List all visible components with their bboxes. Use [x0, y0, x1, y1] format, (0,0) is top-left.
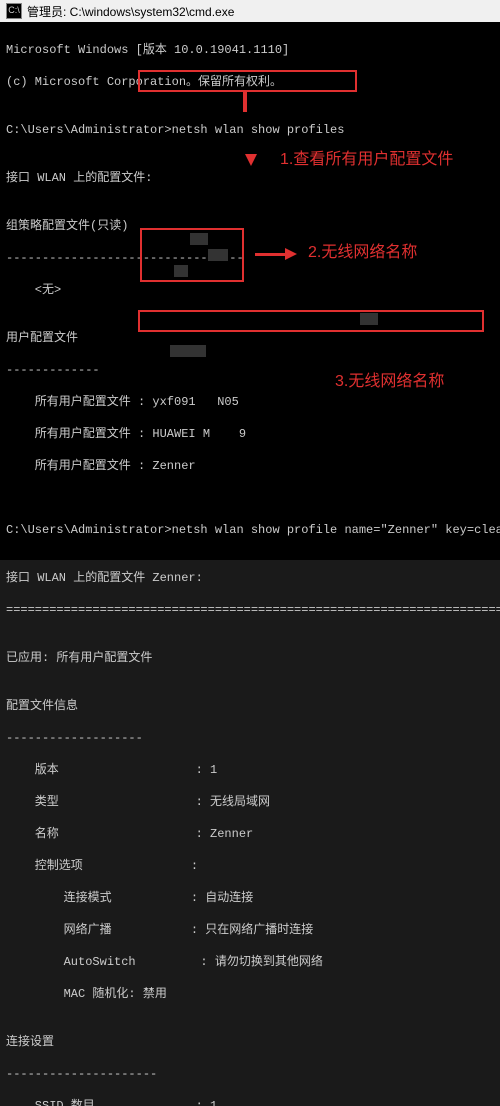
ms-copyright-line: (c) Microsoft Corporation。保留所有权利。 — [6, 74, 494, 90]
profile-row-2: 所有用户配置文件 : HUAWEI M 9 — [6, 426, 494, 442]
info-broadcast: 网络广播 : 只在网络广播时连接 — [6, 922, 494, 938]
divider: --------------------------------- — [6, 250, 494, 266]
user-section-header: 用户配置文件 — [6, 330, 494, 346]
conn-ssidnum: SSID 数目 : 1 — [6, 1098, 494, 1106]
interface-line-2: 接口 WLAN 上的配置文件 Zenner: — [6, 570, 494, 586]
window-title: 管理员: C:\windows\system32\cmd.exe — [27, 3, 234, 20]
divider: --------------------- — [6, 1066, 494, 1082]
censor-mask — [208, 249, 228, 261]
arrow-2-line — [255, 253, 287, 256]
info-name: 名称 : Zenner — [6, 826, 494, 842]
conn-section-header: 连接设置 — [6, 1034, 494, 1050]
gp-section-header: 组策略配置文件(只读) — [6, 218, 494, 234]
ms-version-line: Microsoft Windows [版本 10.0.19041.1110] — [6, 42, 494, 58]
censor-mask — [190, 233, 208, 245]
censor-mask — [170, 345, 206, 357]
info-autoswitch: AutoSwitch : 请勿切换到其他网络 — [6, 954, 494, 970]
divider: ------------- — [6, 362, 494, 378]
info-type: 类型 : 无线局域网 — [6, 794, 494, 810]
divider: ------------------- — [6, 730, 494, 746]
censor-mask — [174, 265, 188, 277]
info-macrand: MAC 随机化: 禁用 — [6, 986, 494, 1002]
info-connmode: 连接模式 : 自动连接 — [6, 890, 494, 906]
info-version: 版本 : 1 — [6, 762, 494, 778]
divider: ========================================… — [6, 602, 494, 618]
applied-line: 已应用: 所有用户配置文件 — [6, 650, 494, 666]
profile-row-1: 所有用户配置文件 : yxf091 N05 — [6, 394, 494, 410]
censor-mask — [360, 313, 378, 325]
info-section-header: 配置文件信息 — [6, 698, 494, 714]
terminal-output[interactable]: Microsoft Windows [版本 10.0.19041.1110] (… — [0, 22, 500, 560]
profile-row-3: 所有用户配置文件 : Zenner — [6, 458, 494, 474]
window-titlebar: C:\ 管理员: C:\windows\system32\cmd.exe — [0, 0, 500, 22]
prompt-line-2: C:\Users\Administrator>netsh wlan show p… — [6, 522, 494, 538]
arrow-2-head — [285, 248, 297, 260]
highlight-box-3 — [138, 310, 484, 332]
prompt-line-1: C:\Users\Administrator>netsh wlan show p… — [6, 122, 494, 138]
gp-none: <无> — [6, 282, 494, 298]
annotation-1: 1.查看所有用户配置文件 — [280, 152, 453, 168]
cmd-icon: C:\ — [6, 3, 22, 19]
interface-line-1: 接口 WLAN 上的配置文件: — [6, 170, 494, 186]
info-ctrl: 控制选项 : — [6, 858, 494, 874]
